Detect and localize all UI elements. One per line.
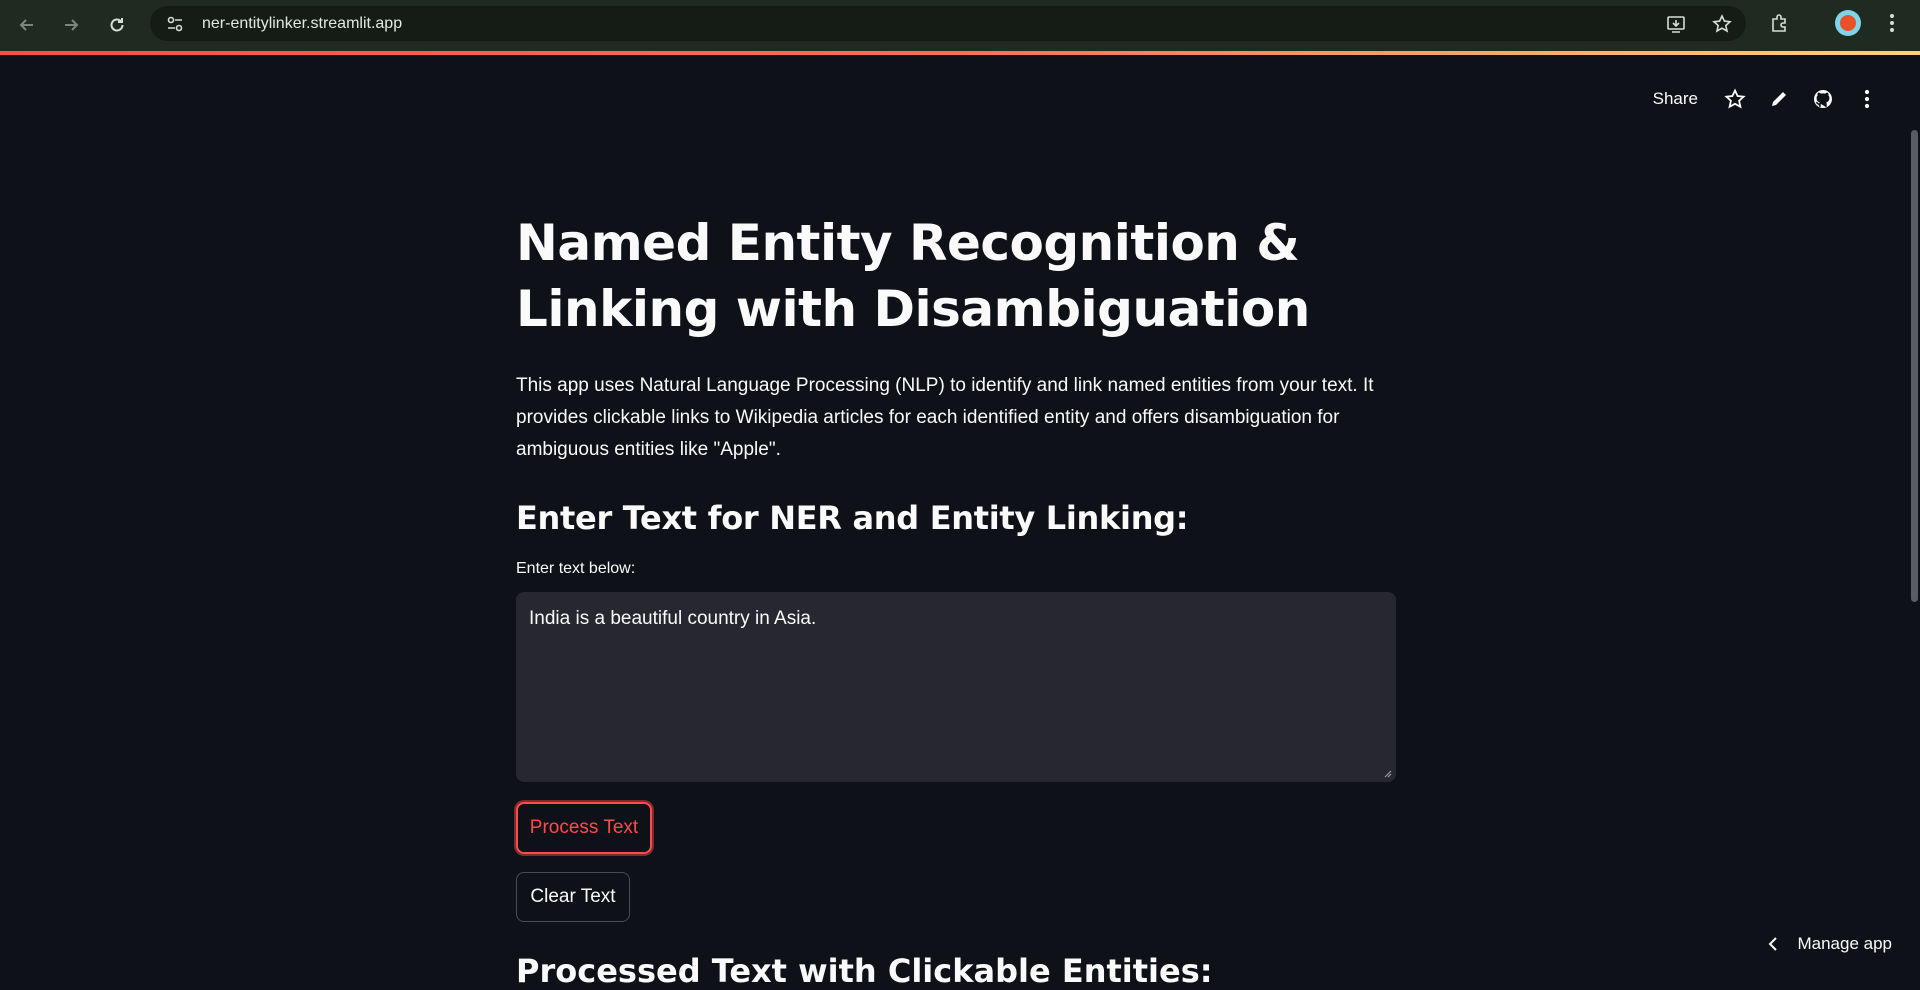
- main-menu-icon[interactable]: [1854, 86, 1880, 112]
- text-input-container: India is a beautiful country in Asia.: [516, 592, 1396, 782]
- page-title: Named Entity Recognition & Linking with …: [516, 214, 1310, 338]
- browser-toolbar: ner-entitylinker.streamlit.app: [0, 0, 1920, 53]
- back-icon[interactable]: [12, 10, 42, 40]
- profile-avatar[interactable]: [1835, 10, 1861, 36]
- install-app-icon[interactable]: [1664, 12, 1688, 36]
- scrollbar[interactable]: [1911, 130, 1918, 602]
- url-text[interactable]: ner-entitylinker.streamlit.app: [202, 15, 402, 33]
- share-button[interactable]: Share: [1647, 85, 1704, 113]
- main-content: Named Entity Recognition & Linking with …: [516, 210, 1398, 922]
- app-header: Share: [0, 55, 1920, 143]
- manage-app-label: Manage app: [1797, 934, 1892, 953]
- star-icon[interactable]: [1722, 86, 1748, 112]
- text-input-label: Enter text below:: [516, 560, 636, 577]
- more-vert-icon[interactable]: [1880, 11, 1904, 35]
- bookmark-star-icon[interactable]: [1710, 12, 1734, 36]
- reload-icon[interactable]: [102, 10, 132, 40]
- address-bar[interactable]: ner-entitylinker.streamlit.app: [150, 6, 1746, 41]
- site-info-icon[interactable]: [164, 13, 186, 35]
- github-icon[interactable]: [1810, 86, 1836, 112]
- intro-paragraph: This app uses Natural Language Processin…: [516, 375, 1374, 460]
- resize-handle-icon[interactable]: [1382, 768, 1392, 778]
- processed-text-heading: Processed Text with Clickable Entities:: [516, 952, 1213, 990]
- manage-app-button[interactable]: Manage app: [1767, 934, 1892, 954]
- chevron-left-icon: [1769, 937, 1778, 951]
- text-input[interactable]: India is a beautiful country in Asia.: [516, 592, 1396, 782]
- forward-icon[interactable]: [56, 10, 86, 40]
- process-text-button[interactable]: Process Text: [516, 802, 652, 854]
- clear-text-button[interactable]: Clear Text: [516, 872, 630, 922]
- input-section-heading: Enter Text for NER and Entity Linking:: [516, 499, 1189, 537]
- app-toolbar: Share: [1647, 85, 1880, 113]
- extensions-icon[interactable]: [1768, 11, 1792, 35]
- edit-pencil-icon[interactable]: [1766, 86, 1792, 112]
